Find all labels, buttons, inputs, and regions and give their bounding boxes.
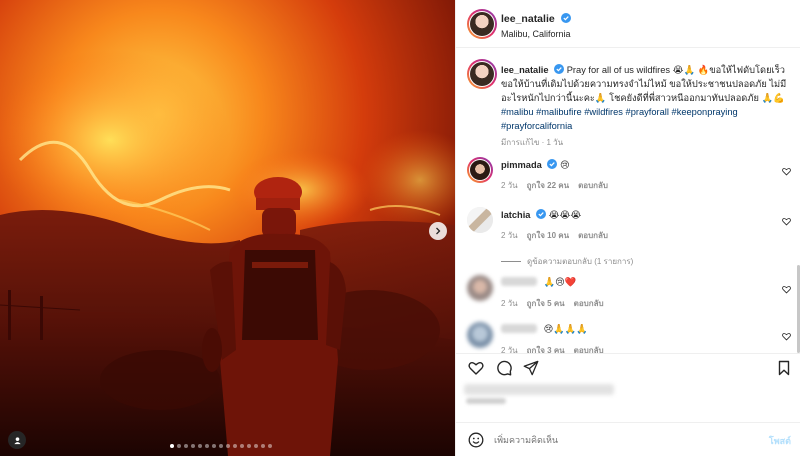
likes-blur-line bbox=[464, 384, 614, 395]
share-icon[interactable] bbox=[523, 360, 539, 376]
post-location[interactable]: Malibu, California bbox=[501, 29, 571, 39]
heart-icon[interactable] bbox=[782, 332, 791, 341]
comment-likes[interactable]: ถูกใจ 22 คน bbox=[527, 179, 569, 192]
carousel-dot[interactable] bbox=[254, 444, 258, 448]
next-slide-button[interactable] bbox=[429, 222, 447, 240]
comment-username[interactable]: latchia bbox=[501, 210, 530, 220]
post-comment-button[interactable]: โพสต์ bbox=[769, 434, 791, 448]
post-caption: lee_natalie Pray for all of us wildfires… bbox=[501, 63, 791, 150]
comment-age[interactable]: 2 วัน bbox=[501, 179, 518, 192]
comment-text: pimmada 😢 bbox=[501, 159, 570, 171]
carousel-dot[interactable] bbox=[170, 444, 174, 448]
verified-icon bbox=[536, 209, 547, 219]
verified-icon bbox=[554, 64, 565, 74]
likes-summary-blurred[interactable] bbox=[464, 384, 614, 406]
verified-icon bbox=[547, 159, 558, 169]
comment-meta: 2 วัน ถูกใจ 3 คน ตอบกลับ bbox=[501, 344, 604, 353]
carousel-dot[interactable] bbox=[268, 444, 272, 448]
heart-icon[interactable] bbox=[782, 217, 791, 226]
carousel-dot[interactable] bbox=[198, 444, 202, 448]
comment-input[interactable] bbox=[494, 431, 744, 449]
emoji-icon[interactable] bbox=[468, 432, 484, 448]
comments-scroll[interactable]: lee_natalie Pray for all of us wildfires… bbox=[456, 49, 800, 353]
tagged-users-button[interactable] bbox=[8, 431, 26, 449]
comment-username[interactable]: pimmada bbox=[501, 160, 542, 170]
comment-item: pimmada 😢 2 วัน ถูกใจ 22 คน ตอบกลับ bbox=[456, 157, 800, 199]
comment-body: 😢🙏🙏🙏 bbox=[543, 324, 589, 334]
carousel-dot[interactable] bbox=[205, 444, 209, 448]
comment-body: 😢 bbox=[560, 160, 570, 170]
comment-age[interactable]: 2 วัน bbox=[501, 344, 518, 353]
carousel-dot[interactable] bbox=[233, 444, 237, 448]
reply-button[interactable]: ตอบกลับ bbox=[578, 179, 608, 192]
comment-item: 😢🙏🙏🙏 2 วัน ถูกใจ 3 คน ตอบกลับ bbox=[456, 322, 800, 353]
comment-age[interactable]: 2 วัน bbox=[501, 297, 518, 310]
comment-username-blurred[interactable] bbox=[501, 324, 537, 333]
post-media[interactable] bbox=[0, 0, 455, 456]
comment-body: 🙏😢❤️ bbox=[543, 277, 577, 287]
verified-icon bbox=[560, 13, 571, 23]
commenter-avatar[interactable] bbox=[467, 157, 493, 183]
bookmark-icon[interactable] bbox=[776, 360, 792, 376]
comment-text: 😢🙏🙏🙏 bbox=[501, 324, 588, 335]
author-username[interactable]: lee_natalie bbox=[501, 13, 571, 25]
user-tag-icon bbox=[13, 436, 21, 444]
heart-icon[interactable] bbox=[468, 360, 484, 376]
reply-button[interactable]: ตอบกลับ bbox=[574, 344, 604, 353]
caption-hashtags[interactable]: #malibu #malibufire #wildfires #prayfora… bbox=[501, 107, 738, 131]
reply-button[interactable]: ตอบกลับ bbox=[578, 229, 608, 242]
view-replies-label: ดูข้อความตอบกลับ (1 รายการ) bbox=[527, 257, 634, 266]
comment-composer: โพสต์ bbox=[456, 422, 800, 456]
view-replies-button[interactable]: ดูข้อความตอบกลับ (1 รายการ) bbox=[501, 255, 633, 268]
post-header: lee_natalie Malibu, California bbox=[456, 0, 800, 48]
comment-body: 😭😭😭 bbox=[548, 210, 582, 220]
post-action-bar bbox=[456, 353, 800, 381]
comment-meta: 2 วัน ถูกใจ 10 คน ตอบกลับ bbox=[501, 229, 608, 242]
wildfire-photo bbox=[0, 0, 455, 456]
commenter-avatar[interactable] bbox=[467, 207, 493, 233]
carousel-dot[interactable] bbox=[226, 444, 230, 448]
carousel-dot[interactable] bbox=[261, 444, 265, 448]
comment-likes[interactable]: ถูกใจ 5 คน bbox=[527, 297, 565, 310]
author-username-text[interactable]: lee_natalie bbox=[501, 13, 555, 25]
replies-divider bbox=[501, 261, 521, 262]
comment-age[interactable]: 2 วัน bbox=[501, 229, 518, 242]
heart-icon[interactable] bbox=[782, 285, 791, 294]
carousel-dot[interactable] bbox=[247, 444, 251, 448]
date-blur-line bbox=[466, 398, 506, 404]
comment-icon[interactable] bbox=[496, 360, 512, 376]
comment-likes[interactable]: ถูกใจ 3 คน bbox=[527, 344, 565, 353]
comment-text: 🙏😢❤️ bbox=[501, 277, 576, 288]
comment-likes[interactable]: ถูกใจ 10 คน bbox=[527, 229, 569, 242]
carousel-dot[interactable] bbox=[191, 444, 195, 448]
caption-username[interactable]: lee_natalie bbox=[501, 65, 549, 75]
carousel-dot[interactable] bbox=[219, 444, 223, 448]
reply-button[interactable]: ตอบกลับ bbox=[574, 297, 604, 310]
caption-meta: มีการแก้ไข · 1 วัน bbox=[501, 138, 564, 147]
comment-item: 🙏😢❤️ 2 วัน ถูกใจ 5 คน ตอบกลับ bbox=[456, 275, 800, 317]
comment-text: latchia 😭😭😭 bbox=[501, 209, 581, 221]
comment-meta: 2 วัน ถูกใจ 22 คน ตอบกลับ bbox=[501, 179, 608, 192]
heart-icon[interactable] bbox=[782, 167, 791, 176]
post-dialog: lee_natalie Malibu, California lee_natal… bbox=[0, 0, 800, 456]
author-avatar[interactable] bbox=[467, 9, 497, 39]
post-details-panel: lee_natalie Malibu, California lee_natal… bbox=[455, 0, 800, 456]
caption-avatar[interactable] bbox=[467, 59, 497, 89]
carousel-indicator bbox=[170, 444, 272, 448]
comment-meta: 2 วัน ถูกใจ 5 คน ตอบกลับ bbox=[501, 297, 604, 310]
carousel-dot[interactable] bbox=[184, 444, 188, 448]
carousel-dot[interactable] bbox=[240, 444, 244, 448]
chevron-right-icon bbox=[436, 227, 441, 235]
carousel-dot[interactable] bbox=[212, 444, 216, 448]
carousel-dot[interactable] bbox=[177, 444, 181, 448]
commenter-avatar[interactable] bbox=[467, 322, 493, 348]
comment-item: latchia 😭😭😭 2 วัน ถูกใจ 10 คน ตอบกลับ bbox=[456, 207, 800, 249]
comment-username-blurred[interactable] bbox=[501, 277, 537, 286]
commenter-avatar[interactable] bbox=[467, 275, 493, 301]
